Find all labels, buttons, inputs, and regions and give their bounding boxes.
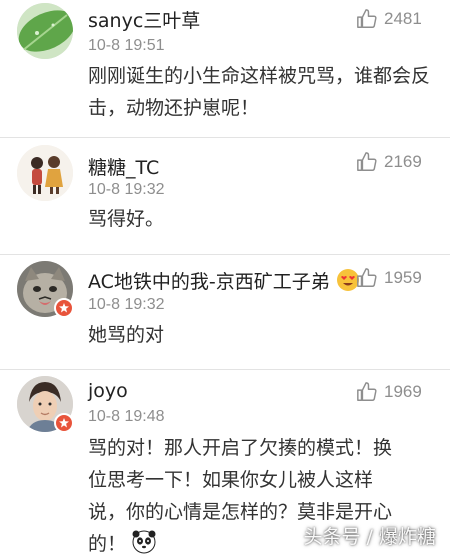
timestamp: 10-8 19:32 xyxy=(88,296,165,313)
illustrated-figures-icon xyxy=(17,145,73,201)
like-button[interactable]: 2481 xyxy=(356,8,422,30)
like-button[interactable]: 1969 xyxy=(356,381,422,403)
timestamp: 10-8 19:32 xyxy=(88,181,165,198)
thumbs-up-icon xyxy=(357,152,377,171)
star-icon xyxy=(59,303,69,313)
comment-item: AC地铁中的我-京西矿工子弟 10-8 19:32 她骂的对 1959 xyxy=(0,255,450,369)
comment-line: 骂的对！那人开启了欠揍的模式！换 xyxy=(88,437,393,459)
thumbs-up-icon xyxy=(357,382,377,401)
comment-text: 骂得好。 xyxy=(88,208,165,230)
avatar[interactable] xyxy=(17,145,73,201)
comment-item: sanyc三叶草 10-8 19:51 刚刚诞生的小生命这样被咒骂，谁都会反击，… xyxy=(0,0,450,137)
verified-badge xyxy=(54,413,74,433)
username-text: AC地铁中的我-京西矿工子弟 xyxy=(88,271,330,293)
like-count: 1959 xyxy=(384,268,422,287)
like-count: 1969 xyxy=(384,382,422,401)
like-button[interactable]: 1959 xyxy=(356,267,422,289)
comment-item: 糖糖_TC 10-8 19:32 骂得好。 2169 xyxy=(0,138,450,254)
panda-emoji-icon xyxy=(132,530,156,554)
comment-text: 她骂的对 xyxy=(88,324,165,346)
verified-badge xyxy=(54,298,74,318)
comment-line: 位思考一下！如果你女儿被人这样 xyxy=(88,469,374,491)
timestamp: 10-8 19:51 xyxy=(88,37,165,54)
star-icon xyxy=(59,418,69,428)
username[interactable]: sanyc三叶草 xyxy=(88,6,200,33)
thumbs-up-icon xyxy=(357,268,377,287)
like-count: 2481 xyxy=(384,9,422,28)
avatar[interactable] xyxy=(17,3,73,59)
comment-line: 的！ xyxy=(88,533,127,555)
username[interactable]: AC地铁中的我-京西矿工子弟 xyxy=(88,267,360,294)
timestamp: 10-8 19:48 xyxy=(88,408,165,425)
leaf-photo-icon xyxy=(17,3,73,59)
comment-text: 刚刚诞生的小生命这样被咒骂，谁都会反击，动物还护崽呢！ xyxy=(88,65,431,119)
username[interactable]: joyo xyxy=(88,380,128,402)
username[interactable]: 糖糖_TC xyxy=(88,153,159,180)
like-button[interactable]: 2169 xyxy=(356,151,422,173)
watermark: 头条号 / 爆炸糖 xyxy=(303,526,436,548)
like-count: 2169 xyxy=(384,152,422,171)
thumbs-up-icon xyxy=(357,9,377,28)
